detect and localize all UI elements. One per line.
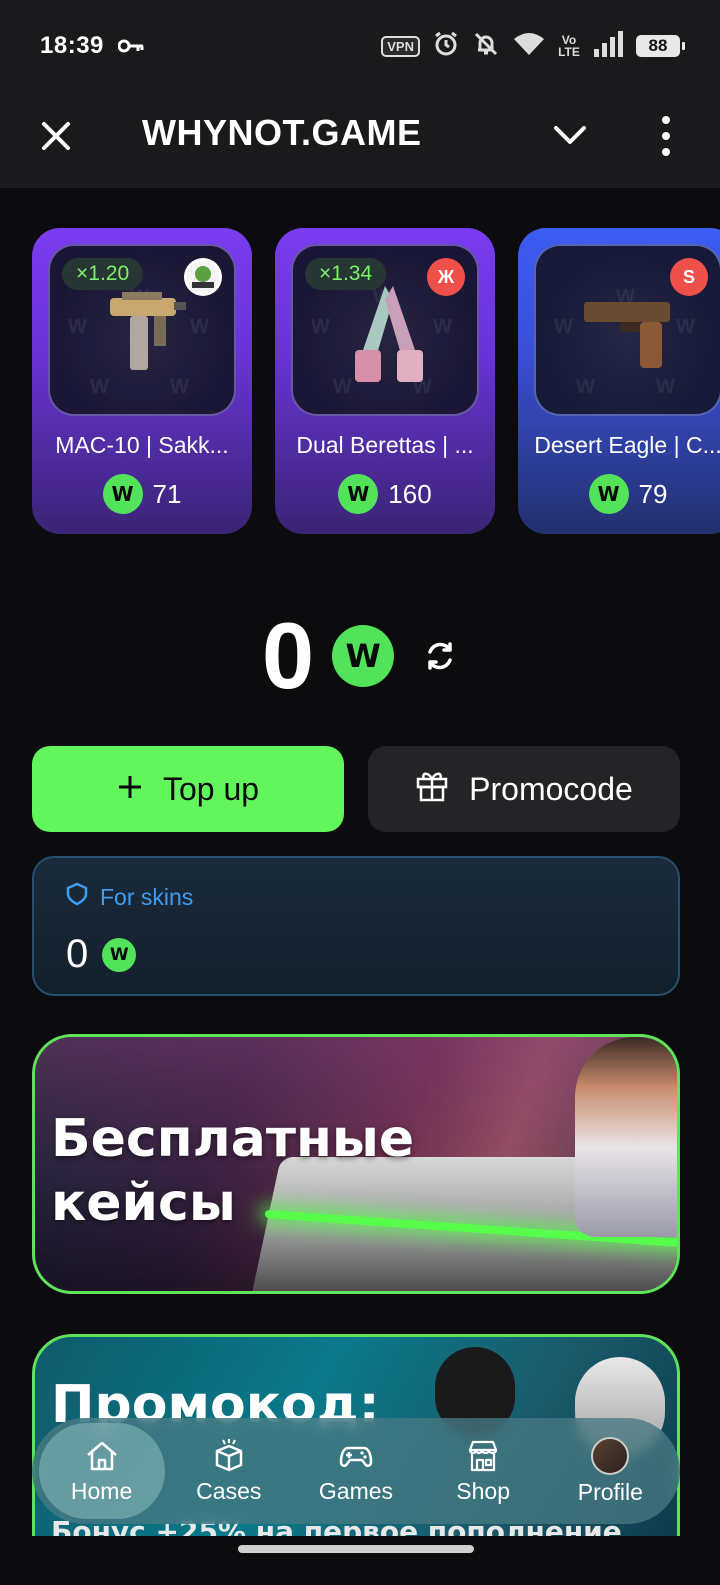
- owner-badge: S: [670, 258, 708, 296]
- skins-balance-label: For skins: [100, 883, 194, 910]
- skin-price: W 79: [518, 474, 720, 514]
- balance-display: 0 W: [0, 606, 720, 706]
- skin-image: WWW WW ×1.34 Ж: [291, 244, 479, 416]
- skins-balance-header: For skins: [66, 882, 646, 912]
- skin-image: WWW WW ×1.20: [48, 244, 236, 416]
- home-icon: [86, 1441, 117, 1470]
- skin-name: MAC-10 | Sakk...: [55, 432, 229, 458]
- mute-icon: [472, 30, 500, 63]
- bottom-navigation: Home Cases Games Shop Profile: [32, 1418, 680, 1524]
- gamepad-icon: [339, 1446, 373, 1467]
- gesture-home-bar[interactable]: [238, 1545, 474, 1553]
- nav-shop-label: Shop: [456, 1477, 511, 1504]
- skin-price-value: 71: [152, 478, 182, 509]
- top-up-label: Top up: [162, 770, 260, 807]
- skin-image: WWW WW S: [534, 244, 720, 416]
- character-image: [575, 1037, 677, 1237]
- system-nav-area: [0, 1536, 720, 1585]
- nav-home-label: Home: [70, 1477, 133, 1504]
- shield-icon: [66, 882, 88, 912]
- w-coin-icon: W: [102, 474, 143, 514]
- close-icon[interactable]: [38, 118, 74, 154]
- w-coin-icon: W: [588, 474, 629, 514]
- owner-badge: Ж: [427, 258, 465, 296]
- nav-cases[interactable]: Cases: [166, 1423, 292, 1519]
- vpn-icon: VPN: [381, 35, 420, 57]
- status-bar: 18:39 VPN Vo LTE 88: [0, 0, 720, 92]
- wifi-icon: [512, 31, 546, 62]
- status-time: 18:39: [40, 32, 104, 59]
- app-bar: WHYNOT.GAME: [0, 92, 720, 188]
- free-cases-headline: Бесплатные кейсы: [51, 1107, 414, 1236]
- top-up-button[interactable]: Top up: [32, 746, 344, 832]
- alarm-icon: [432, 30, 460, 63]
- refresh-icon[interactable]: [422, 638, 458, 674]
- skin-price: W 160: [275, 474, 495, 514]
- skin-card[interactable]: WWW WW ×1.34 Ж Dual Berettas | ... W 160: [275, 228, 495, 534]
- skins-balance-card: For skins 0 W: [32, 856, 680, 996]
- nav-cases-label: Cases: [196, 1477, 262, 1504]
- more-vert-icon[interactable]: [654, 114, 678, 158]
- skin-price-value: 160: [388, 478, 432, 509]
- skin-name: Desert Eagle | C...: [534, 432, 720, 458]
- plus-icon: [117, 771, 143, 808]
- skin-name: Dual Berettas | ...: [296, 432, 474, 458]
- chevron-down-icon[interactable]: [552, 120, 588, 150]
- balance-amount: 0: [261, 603, 315, 708]
- skin-card[interactable]: WWW WW ×1.20 MAC-10 | Sakk... W 71: [32, 228, 252, 534]
- status-icons: VPN Vo LTE 88: [381, 30, 685, 63]
- w-coin-icon: W: [332, 625, 395, 687]
- nav-shop[interactable]: Shop: [420, 1423, 546, 1519]
- volte-icon: Vo LTE: [558, 33, 580, 59]
- skins-balance-value-row: 0 W: [66, 932, 646, 977]
- skin-price-value: 79: [638, 478, 668, 509]
- promocode-button[interactable]: Promocode: [368, 746, 680, 832]
- nav-profile-label: Profile: [577, 1478, 643, 1505]
- nav-profile[interactable]: Profile: [547, 1423, 673, 1519]
- avatar: [591, 1436, 630, 1475]
- weapon-dual-berettas-icon: [355, 286, 423, 382]
- skin-card[interactable]: WWW WW S Desert Eagle | C... W 79: [518, 228, 720, 534]
- multiplier-badge: ×1.34: [305, 258, 387, 290]
- w-coin-icon: W: [338, 474, 379, 514]
- gift-icon: [415, 768, 449, 810]
- key-icon: [117, 38, 146, 54]
- app-title: WHYNOT.GAME: [142, 112, 422, 153]
- signal-icon: [592, 30, 624, 62]
- shop-icon: [469, 1440, 498, 1471]
- cases-icon: [215, 1438, 243, 1471]
- w-coin-icon: W: [102, 937, 137, 972]
- skin-price: W 71: [32, 474, 252, 514]
- battery-icon: 88: [636, 35, 685, 57]
- free-cases-line1: Бесплатные: [51, 1109, 415, 1169]
- nav-games-label: Games: [318, 1477, 394, 1504]
- nav-games[interactable]: Games: [293, 1423, 419, 1519]
- owner-avatar: [184, 258, 222, 296]
- free-cases-line2: кейсы: [51, 1173, 236, 1234]
- promocode-label: Promocode: [469, 770, 633, 807]
- multiplier-badge: ×1.20: [62, 258, 144, 290]
- weapon-mac10-icon: [110, 292, 186, 370]
- live-drops-carousel[interactable]: WWW WW ×1.20 MAC-10 | Sakk... W 71 WWW W…: [0, 228, 720, 538]
- skins-balance-value: 0: [66, 932, 89, 976]
- weapon-desert-eagle-icon: [584, 302, 670, 368]
- nav-home[interactable]: Home: [38, 1423, 165, 1519]
- free-cases-banner[interactable]: Бесплатные кейсы: [32, 1034, 680, 1294]
